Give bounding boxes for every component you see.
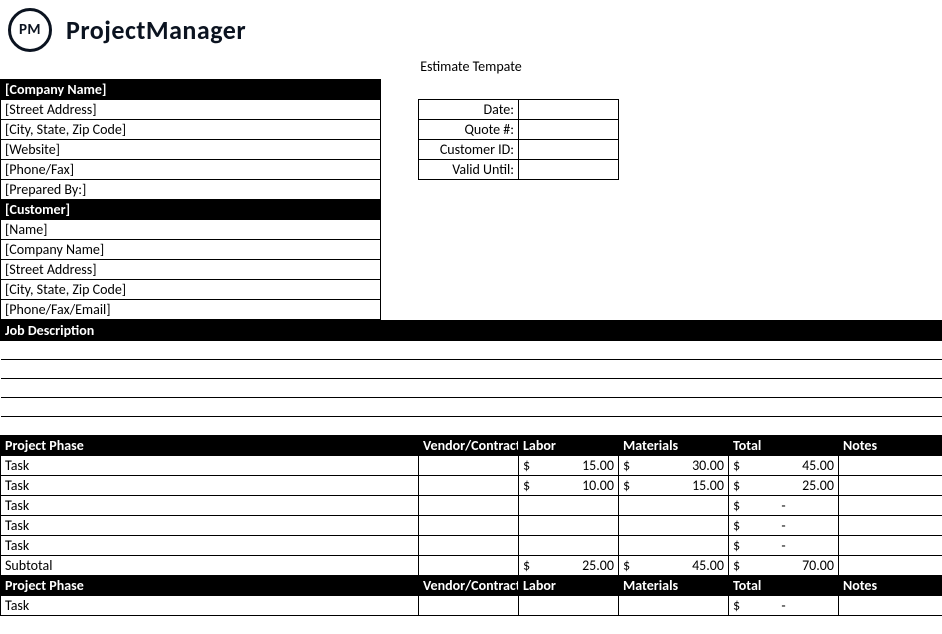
cell-notes[interactable] — [839, 456, 942, 476]
label-date: Date: — [419, 100, 519, 120]
col-labor: Labor — [519, 436, 619, 456]
cell-vendor[interactable] — [419, 536, 519, 556]
col-notes: Notes — [839, 436, 942, 456]
cell-labor[interactable] — [519, 596, 619, 616]
customer-name[interactable]: [Name] — [1, 220, 381, 240]
customer-company[interactable]: [Company Name] — [1, 240, 381, 260]
cell-vendor[interactable] — [419, 496, 519, 516]
label-customerid: Customer ID: — [419, 140, 519, 160]
cell-notes[interactable] — [839, 476, 942, 496]
cell-notes[interactable] — [839, 536, 942, 556]
cell-phase[interactable]: Task — [1, 596, 419, 616]
table-row: Task $10.00 $15.00 $25.00 — [1, 476, 942, 496]
company-city[interactable]: [City, State, Zip Code] — [1, 120, 381, 140]
cell-materials[interactable] — [619, 536, 729, 556]
cell-phase[interactable]: Task — [1, 456, 419, 476]
col-notes: Notes — [839, 576, 942, 596]
cell-labor[interactable] — [519, 516, 619, 536]
col-vendor: Vendor/Contractor — [419, 576, 519, 596]
col-phase: Project Phase — [1, 436, 419, 456]
value-customerid[interactable] — [519, 140, 619, 160]
cell-materials[interactable] — [619, 496, 729, 516]
cell-vendor[interactable] — [419, 516, 519, 536]
table-row: Task $- — [1, 596, 942, 616]
job-desc-line[interactable] — [1, 341, 942, 360]
cell-notes[interactable] — [839, 596, 942, 616]
value-validuntil[interactable] — [519, 160, 619, 180]
table-row: Task $- — [1, 536, 942, 556]
company-prepared[interactable]: [Prepared By:] — [1, 180, 381, 200]
cell-labor[interactable] — [519, 536, 619, 556]
subtotal-labor: $25.00 — [519, 556, 619, 576]
value-date[interactable] — [519, 100, 619, 120]
phase-header-row: Project Phase Vendor/Contractor Labor Ma… — [1, 436, 942, 456]
cell-materials[interactable]: $15.00 — [619, 476, 729, 496]
cell-total[interactable]: $- — [729, 596, 839, 616]
cell-materials[interactable] — [619, 516, 729, 536]
cell-vendor[interactable] — [419, 476, 519, 496]
cell-vendor[interactable] — [419, 456, 519, 476]
col-materials: Materials — [619, 436, 729, 456]
cell-notes[interactable] — [839, 516, 942, 536]
company-website[interactable]: [Website] — [1, 140, 381, 160]
cell-phase[interactable]: Task — [1, 476, 419, 496]
customer-header: [Customer] — [1, 200, 381, 220]
subtotal-notes — [839, 556, 942, 576]
col-total: Total — [729, 576, 839, 596]
label-quote: Quote #: — [419, 120, 519, 140]
cell-labor[interactable]: $15.00 — [519, 456, 619, 476]
col-labor: Labor — [519, 576, 619, 596]
value-quote[interactable] — [519, 120, 619, 140]
customer-street[interactable]: [Street Address] — [1, 260, 381, 280]
cell-total[interactable]: $- — [729, 516, 839, 536]
company-meta-block: [Company Name] [Street Address] Date: [C… — [0, 79, 713, 320]
cell-total[interactable]: $25.00 — [729, 476, 839, 496]
col-total: Total — [729, 436, 839, 456]
customer-city[interactable]: [City, State, Zip Code] — [1, 280, 381, 300]
document-title: Estimate Tempate — [0, 56, 942, 79]
phase-header-row: Project Phase Vendor/Contractor Labor Ma… — [1, 576, 942, 596]
col-vendor: Vendor/Contractor — [419, 436, 519, 456]
company-phone[interactable]: [Phone/Fax] — [1, 160, 381, 180]
job-desc-line[interactable] — [1, 360, 942, 379]
logo-badge-icon: PM — [8, 8, 52, 52]
cell-materials[interactable]: $30.00 — [619, 456, 729, 476]
brand-name: ProjectManager — [66, 14, 246, 46]
cell-total[interactable]: $45.00 — [729, 456, 839, 476]
job-desc-line[interactable] — [1, 398, 942, 417]
col-phase: Project Phase — [1, 576, 419, 596]
cell-notes[interactable] — [839, 496, 942, 516]
subtotal-total: $70.00 — [729, 556, 839, 576]
cell-total[interactable]: $- — [729, 496, 839, 516]
main-sheet: Job Description Project Phase Vendor/Con… — [0, 320, 942, 616]
table-row: Task $15.00 $30.00 $45.00 — [1, 456, 942, 476]
brand-header: PM ProjectManager — [0, 0, 942, 56]
subtotal-label: Subtotal — [1, 556, 419, 576]
cell-phase[interactable]: Task — [1, 516, 419, 536]
subtotal-row: Subtotal $25.00 $45.00 $70.00 — [1, 556, 942, 576]
cell-total[interactable]: $- — [729, 536, 839, 556]
label-validuntil: Valid Until: — [419, 160, 519, 180]
subtotal-materials: $45.00 — [619, 556, 729, 576]
table-row: Task $- — [1, 496, 942, 516]
cell-labor[interactable] — [519, 496, 619, 516]
col-materials: Materials — [619, 576, 729, 596]
table-row: Task $- — [1, 516, 942, 536]
company-street[interactable]: [Street Address] — [1, 100, 381, 120]
job-desc-line[interactable] — [1, 379, 942, 398]
subtotal-vendor — [419, 556, 519, 576]
cell-materials[interactable] — [619, 596, 729, 616]
cell-vendor[interactable] — [419, 596, 519, 616]
cell-phase[interactable]: Task — [1, 536, 419, 556]
cell-phase[interactable]: Task — [1, 496, 419, 516]
company-header: [Company Name] — [1, 80, 381, 100]
customer-contact[interactable]: [Phone/Fax/Email] — [1, 300, 381, 320]
job-description-header: Job Description — [1, 321, 942, 341]
cell-labor[interactable]: $10.00 — [519, 476, 619, 496]
